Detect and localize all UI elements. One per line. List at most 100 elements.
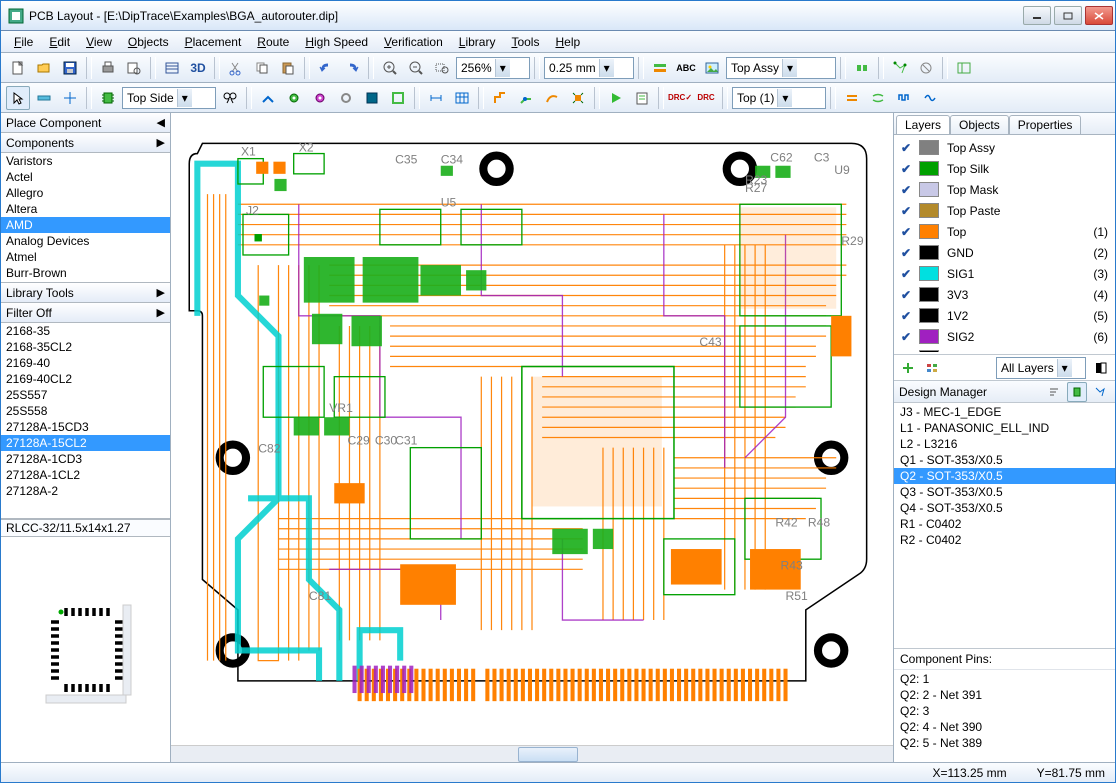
- menu-high-speed[interactable]: High Speed: [298, 33, 375, 51]
- layer-row[interactable]: ✔Top Assy: [894, 137, 1115, 158]
- part-item[interactable]: 2169-40CL2: [1, 371, 170, 387]
- dm-item[interactable]: R2 - C0402: [894, 532, 1115, 548]
- menu-placement[interactable]: Placement: [178, 33, 249, 51]
- dm-net-icon[interactable]: [1090, 382, 1110, 402]
- add-layer-icon[interactable]: [899, 359, 917, 377]
- menu-edit[interactable]: Edit: [42, 33, 77, 51]
- close-button[interactable]: [1085, 6, 1113, 25]
- current-layer-combo[interactable]: Top (1)▾: [732, 87, 826, 109]
- pcb-canvas[interactable]: X1X2C35C34 C62C3U9 R23R27R29 J2U5 C82C29…: [171, 113, 893, 762]
- layer-visible-check[interactable]: ✔: [897, 140, 915, 156]
- dm-item[interactable]: L1 - PANASONIC_ELL_IND: [894, 420, 1115, 436]
- part-item[interactable]: 27128A-1CL2: [1, 467, 170, 483]
- undo-icon[interactable]: [314, 56, 338, 80]
- layer-row[interactable]: ✔3V3(4): [894, 284, 1115, 305]
- place-component-header[interactable]: Place Component◀: [1, 113, 170, 133]
- layer-visible-check[interactable]: ✔: [897, 182, 915, 198]
- layer-row[interactable]: ✔GND2(7): [894, 347, 1115, 352]
- layer-row[interactable]: ✔GND(2): [894, 242, 1115, 263]
- route-trace-icon[interactable]: [488, 86, 512, 110]
- pin-item[interactable]: Q2: 4 - Net 390: [894, 719, 1115, 735]
- minimize-button[interactable]: [1023, 6, 1051, 25]
- layer-swatch[interactable]: [919, 287, 939, 302]
- components-icon[interactable]: [850, 56, 874, 80]
- menu-view[interactable]: View: [79, 33, 119, 51]
- abc-icon[interactable]: ABC: [674, 56, 698, 80]
- measure-icon[interactable]: [32, 86, 56, 110]
- drc-icon[interactable]: DRC✓: [668, 86, 692, 110]
- meander-icon[interactable]: [892, 86, 916, 110]
- dm-item[interactable]: J3 - MEC-1_EDGE: [894, 404, 1115, 420]
- layer-visible-check[interactable]: ✔: [897, 161, 915, 177]
- save-icon[interactable]: [58, 56, 82, 80]
- dm-item[interactable]: Q2 - SOT-353/X0.5: [894, 468, 1115, 484]
- part-item[interactable]: 2168-35CL2: [1, 339, 170, 355]
- diffpair-edit-icon[interactable]: [866, 86, 890, 110]
- dm-item[interactable]: R1 - C0402: [894, 516, 1115, 532]
- layer-row[interactable]: ✔SIG2(6): [894, 326, 1115, 347]
- design-manager-list[interactable]: J3 - MEC-1_EDGEL1 - PANASONIC_ELL_INDL2 …: [894, 403, 1115, 649]
- layer-swatch[interactable]: [919, 182, 939, 197]
- new-icon[interactable]: [6, 56, 30, 80]
- part-item[interactable]: 25S558: [1, 403, 170, 419]
- layer-row[interactable]: ✔Top Paste: [894, 200, 1115, 221]
- layer-row[interactable]: ✔Top Mask: [894, 179, 1115, 200]
- edit-trace-icon[interactable]: [514, 86, 538, 110]
- layer-row[interactable]: ✔1V2(5): [894, 305, 1115, 326]
- diffpair-icon[interactable]: [840, 86, 864, 110]
- drc-settings-icon[interactable]: DRC: [694, 86, 718, 110]
- fanout-icon[interactable]: [566, 86, 590, 110]
- layer-props-icon[interactable]: [923, 359, 941, 377]
- library-list[interactable]: VaristorsActelAllegroAlteraAMDAnalog Dev…: [1, 153, 170, 283]
- free-trace-icon[interactable]: [540, 86, 564, 110]
- layer-swatch[interactable]: [919, 329, 939, 344]
- layer-row[interactable]: ✔Top Silk: [894, 158, 1115, 179]
- contrast-icon[interactable]: [1092, 359, 1110, 377]
- side-combo[interactable]: Top Side▾: [122, 87, 216, 109]
- ratlines-icon[interactable]: [888, 56, 912, 80]
- route-manual-icon[interactable]: [256, 86, 280, 110]
- component-pins-list[interactable]: Q2: 1Q2: 2 - Net 391Q2: 3Q2: 4 - Net 390…: [894, 670, 1115, 762]
- tab-properties[interactable]: Properties: [1009, 115, 1082, 134]
- layer-row[interactable]: ✔SIG1(3): [894, 263, 1115, 284]
- layer-row[interactable]: ✔Top(1): [894, 221, 1115, 242]
- pin-item[interactable]: Q2: 1: [894, 671, 1115, 687]
- layer-swatch[interactable]: [919, 161, 939, 176]
- layer-visible-check[interactable]: ✔: [897, 308, 915, 324]
- layer-swatch[interactable]: [919, 245, 939, 260]
- menu-verification[interactable]: Verification: [377, 33, 450, 51]
- zoom-out-icon[interactable]: [404, 56, 428, 80]
- origin-icon[interactable]: [58, 86, 82, 110]
- layer-visible-check[interactable]: ✔: [897, 266, 915, 282]
- copper-pour-icon[interactable]: [360, 86, 384, 110]
- layer-visible-check[interactable]: ✔: [897, 329, 915, 345]
- component-icon[interactable]: [96, 86, 120, 110]
- errors-icon[interactable]: [914, 56, 938, 80]
- menu-objects[interactable]: Objects: [121, 33, 176, 51]
- picture-icon[interactable]: [700, 56, 724, 80]
- layer-swatch[interactable]: [919, 224, 939, 239]
- horizontal-scrollbar[interactable]: [171, 745, 893, 762]
- layer-visible-check[interactable]: ✔: [897, 203, 915, 219]
- titles-icon[interactable]: [160, 56, 184, 80]
- part-list[interactable]: 2168-352168-35CL22169-402169-40CL225S557…: [1, 323, 170, 519]
- part-item[interactable]: 2169-40: [1, 355, 170, 371]
- copy-icon[interactable]: [250, 56, 274, 80]
- menu-help[interactable]: Help: [548, 33, 587, 51]
- zoom-window-icon[interactable]: [430, 56, 454, 80]
- redo-icon[interactable]: [340, 56, 364, 80]
- layer-swatch[interactable]: [919, 350, 939, 352]
- library-item[interactable]: AMD: [1, 217, 170, 233]
- grid-combo[interactable]: 0.25 mm▾: [544, 57, 634, 79]
- find-icon[interactable]: [218, 86, 242, 110]
- components-header[interactable]: Components▶: [1, 133, 170, 153]
- layer-visible-check[interactable]: ✔: [897, 350, 915, 353]
- tab-objects[interactable]: Objects: [950, 115, 1009, 134]
- library-item[interactable]: Allegro: [1, 185, 170, 201]
- layer-visible-check[interactable]: ✔: [897, 245, 915, 261]
- layer-visible-check[interactable]: ✔: [897, 224, 915, 240]
- 3d-button[interactable]: 3D: [186, 56, 210, 80]
- part-item[interactable]: 27128A-2: [1, 483, 170, 499]
- library-item[interactable]: Altera: [1, 201, 170, 217]
- zoom-combo[interactable]: 256%▾: [456, 57, 530, 79]
